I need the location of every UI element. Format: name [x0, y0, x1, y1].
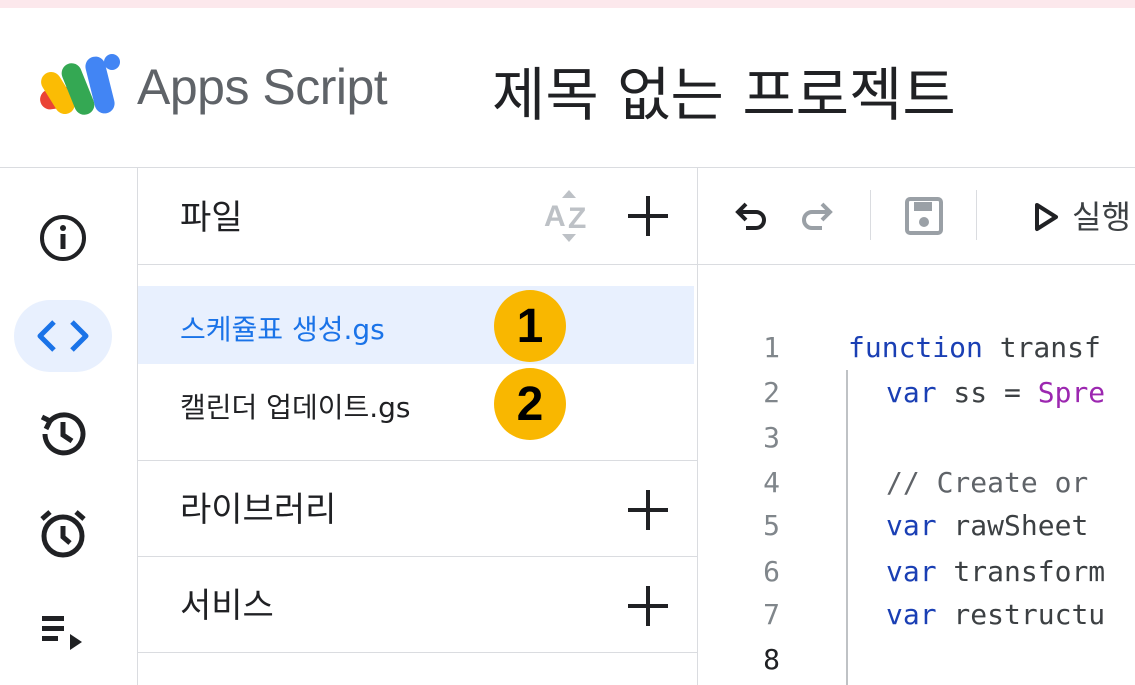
- run-icon[interactable]: [1032, 202, 1060, 232]
- line-number: 2: [763, 376, 780, 409]
- divider: [138, 460, 697, 461]
- code-keyword: var: [886, 598, 937, 631]
- code-text: ss =: [936, 376, 1038, 409]
- toolbar-separator: [976, 190, 977, 240]
- code-identifier: Spre: [1037, 376, 1106, 409]
- code-line: var restructu: [886, 598, 1105, 631]
- redo-icon[interactable]: [798, 196, 838, 236]
- line-number: 4: [763, 466, 780, 499]
- callout-badge: 2: [494, 368, 566, 440]
- code-text: restructu: [936, 598, 1106, 631]
- app-header: Apps Script 제목 없는 프로젝트: [0, 8, 1135, 168]
- code-line: var rawSheet: [886, 509, 1088, 542]
- services-section-title: 서비스: [180, 586, 274, 626]
- file-item[interactable]: 스케쥴표 생성.gs 1: [138, 286, 694, 364]
- files-section-title: 파일: [180, 198, 243, 238]
- code-text: transf: [982, 331, 1101, 364]
- code-line: function transf: [848, 331, 1101, 364]
- top-strip: [0, 0, 1135, 8]
- line-number: 7: [763, 598, 780, 631]
- line-number: 3: [763, 421, 780, 454]
- executions-button[interactable]: [14, 596, 112, 668]
- divider: [138, 556, 697, 557]
- svg-text:Z: Z: [568, 202, 586, 235]
- code-keyword: function: [848, 331, 983, 364]
- file-name: 캘린더 업데이트.gs: [180, 391, 411, 424]
- callout-badge: 1: [494, 290, 566, 362]
- apps-script-logo-icon: [40, 54, 120, 115]
- code-line: var transform: [886, 555, 1105, 588]
- overview-button[interactable]: [14, 202, 112, 274]
- divider: [138, 652, 697, 653]
- line-number: 6: [763, 555, 780, 588]
- add-file-icon[interactable]: [626, 194, 670, 238]
- code-text: transform: [936, 555, 1106, 588]
- add-library-icon[interactable]: [626, 488, 670, 532]
- triggers-button[interactable]: [14, 498, 112, 570]
- info-icon: [40, 215, 86, 261]
- code-comment: // Create or: [886, 466, 1089, 499]
- save-icon[interactable]: [904, 196, 944, 236]
- code-line: var ss = Spre: [886, 376, 1105, 409]
- line-number: 1: [763, 331, 780, 364]
- code-area[interactable]: 1 2 3 4 5 6 7 8 function transf var ss =…: [698, 265, 1135, 685]
- code-icon: [37, 320, 89, 352]
- libraries-section-title: 라이브러리: [180, 490, 337, 530]
- toolbar-separator: [870, 190, 871, 240]
- editor-button[interactable]: [14, 300, 112, 372]
- alarm-clock-icon: [40, 510, 86, 558]
- add-service-icon[interactable]: [626, 584, 670, 628]
- divider: [138, 264, 697, 265]
- files-panel: 파일 A Z 스케쥴표 생성.gs 1 캘린더 업데이트.gs 2 라이브러리 …: [138, 168, 698, 685]
- editor-toolbar: 실행: [698, 168, 1135, 265]
- undo-icon[interactable]: [730, 196, 770, 236]
- run-button[interactable]: 실행: [1072, 192, 1131, 238]
- code-text: rawSheet: [936, 509, 1089, 542]
- history-icon: [40, 412, 86, 456]
- indent-guide: [846, 370, 848, 685]
- app-name: Apps Script: [137, 59, 388, 115]
- code-keyword: var: [886, 376, 937, 409]
- line-number: 5: [763, 509, 780, 542]
- history-button[interactable]: [14, 398, 112, 470]
- svg-text:A: A: [544, 200, 566, 233]
- project-title[interactable]: 제목 없는 프로젝트: [492, 48, 956, 132]
- left-nav-rail: [0, 168, 138, 685]
- code-keyword: var: [886, 509, 937, 542]
- code-editor: 실행 1 2 3 4 5 6 7 8 function transf var s…: [698, 168, 1135, 685]
- sort-az-icon[interactable]: A Z: [542, 188, 596, 244]
- line-number: 8: [763, 643, 780, 676]
- executions-icon: [42, 616, 82, 650]
- code-keyword: var: [886, 555, 937, 588]
- file-item[interactable]: 캘린더 업데이트.gs 2: [138, 364, 694, 442]
- file-name: 스케쥴표 생성.gs: [180, 313, 385, 346]
